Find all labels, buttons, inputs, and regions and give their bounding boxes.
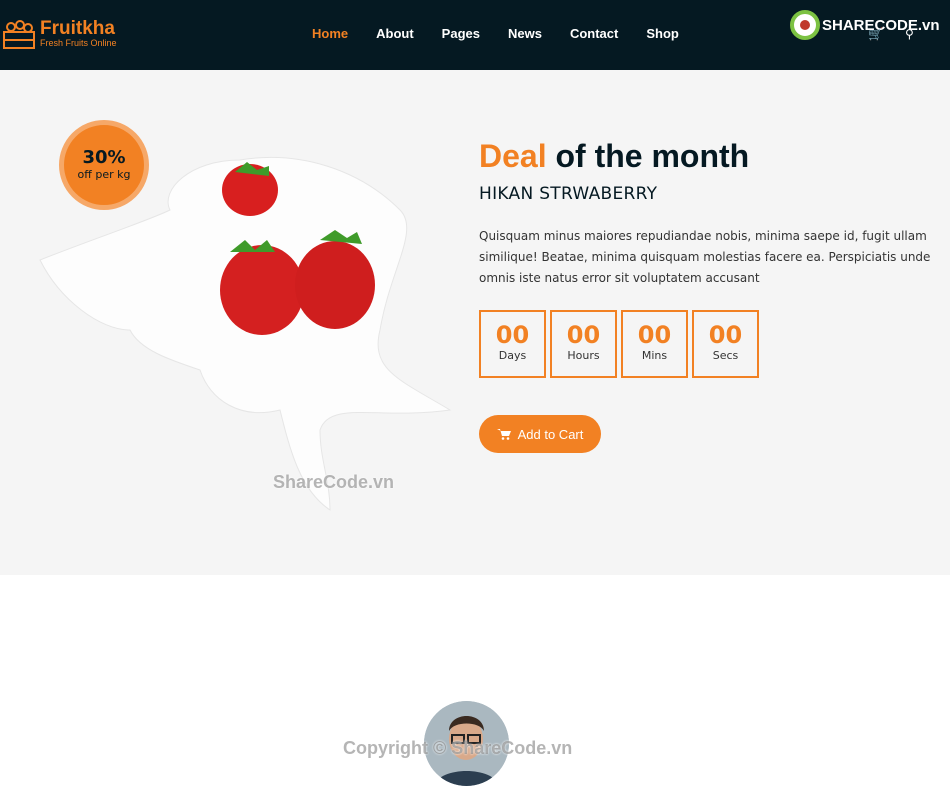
deal-description: Quisquam minus maiores repudiandae nobis… [479, 229, 931, 285]
nav-shop[interactable]: Shop [646, 26, 679, 41]
center-watermark: ShareCode.vn [273, 472, 395, 492]
product-name: HIKAN STRWABERRY [479, 184, 658, 204]
deal-title-highlight: Deal [479, 138, 547, 174]
nav-contact[interactable]: Contact [570, 26, 618, 41]
timer-label: Hours [567, 349, 600, 362]
deal-title: Deal of the month [479, 138, 749, 175]
timer-hours: 00 Hours [550, 310, 617, 378]
timer-label: Secs [712, 349, 739, 362]
timer-days: 00 Days [479, 310, 546, 378]
add-to-cart-label: Add to Cart [517, 426, 584, 442]
fruit-basket-icon [3, 20, 35, 49]
sharecode-watermark-logo: SHARECODE.vn [790, 10, 940, 40]
timer-secs: 00 Secs [692, 310, 759, 378]
timer-mins: 00 Mins [621, 310, 688, 378]
discount-percent: 30% [82, 147, 126, 168]
timer-label: Mins [641, 349, 668, 362]
nav-pages[interactable]: Pages [442, 26, 480, 41]
deal-section: 30% off per kg Deal of the month HIKAN S… [0, 70, 950, 575]
nav-about[interactable]: About [376, 26, 414, 41]
add-to-cart-button[interactable]: Add to Cart [479, 415, 601, 453]
cart-icon [496, 429, 511, 440]
countdown-timer: 00 Days 00 Hours 00 Mins 00 Secs [479, 310, 759, 378]
top-navbar: Fruitkha Fresh Fruits Online Home About P… [0, 0, 950, 70]
brand-name: Fruitkha [40, 18, 115, 39]
nav-news[interactable]: News [508, 26, 542, 41]
timer-value: 00 [566, 321, 601, 349]
timer-value: 00 [708, 321, 743, 349]
deal-title-rest: of the month [555, 138, 750, 174]
footer-watermark: Copyright © ShareCode.vn [343, 738, 573, 758]
timer-value: 00 [495, 321, 530, 349]
nav-home[interactable]: Home [312, 26, 348, 41]
timer-value: 00 [637, 321, 672, 349]
strawberry-milk-splash-image [39, 157, 452, 511]
sharecode-logo-icon [790, 10, 820, 40]
brand-tagline: Fresh Fruits Online [40, 38, 117, 48]
discount-badge: 30% off per kg [59, 120, 149, 210]
cart-icon[interactable]: 🛒 [868, 27, 883, 41]
search-icon[interactable]: ⚲ [905, 27, 914, 41]
discount-text: off per kg [77, 168, 131, 181]
timer-label: Days [498, 349, 527, 362]
brand-logo[interactable]: Fruitkha Fresh Fruits Online [2, 18, 117, 50]
main-menu: Home About Pages News Contact Shop [298, 26, 693, 41]
